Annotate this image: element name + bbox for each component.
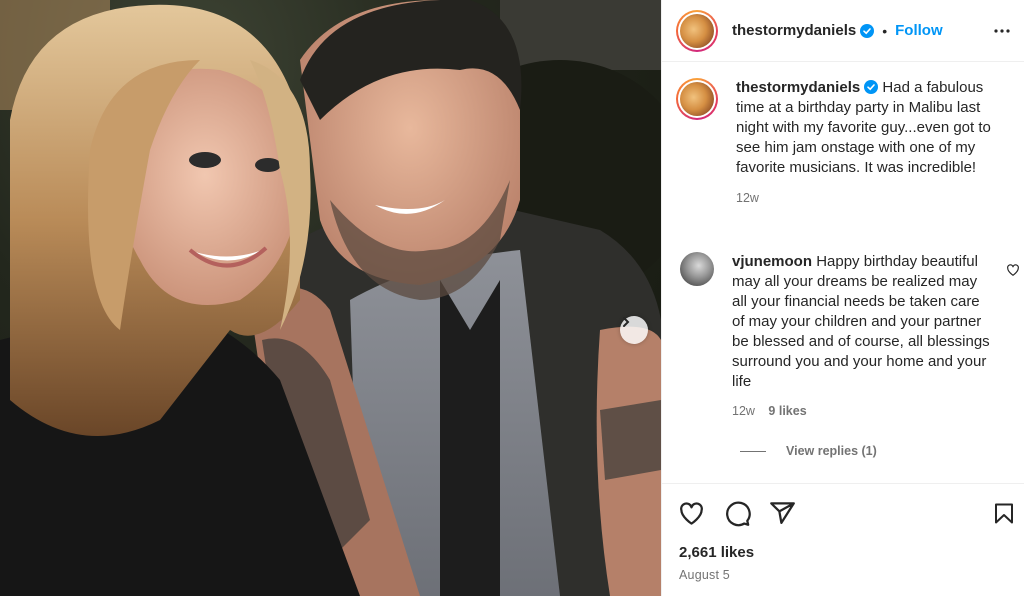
post-side-panel: thestormydaniels • Follow thestormydanie… <box>661 0 1024 596</box>
verified-badge-icon <box>860 23 875 38</box>
photo-illustration <box>0 0 661 596</box>
heart-icon[interactable] <box>678 500 705 527</box>
carousel-next-button[interactable] <box>620 316 648 344</box>
bookmark-icon[interactable] <box>992 500 1016 527</box>
author-username[interactable]: thestormydaniels <box>732 22 856 39</box>
comment-text: Happy birthday beautiful may all your dr… <box>732 253 990 390</box>
view-replies-label: View replies (1) <box>786 444 877 458</box>
view-replies-button[interactable]: View replies (1) <box>740 444 877 458</box>
likes-count[interactable]: 2,661 likes <box>679 544 754 561</box>
comment-icon[interactable] <box>724 500 751 527</box>
separator-dot: • <box>882 22 888 39</box>
post-photo[interactable] <box>0 0 661 596</box>
caption-author-username[interactable]: thestormydaniels <box>736 79 860 96</box>
chevron-right-icon <box>623 317 630 327</box>
comment-meta: 12w 9 likes <box>732 404 1020 418</box>
comment-likes[interactable]: 9 likes <box>768 404 806 418</box>
comment-age[interactable]: 12w <box>732 404 755 418</box>
post-actions: 2,661 likes August 5 <box>662 483 1024 596</box>
follow-button[interactable]: Follow <box>895 22 943 39</box>
comment-item: vjunemoon Happy birthday beautiful may a… <box>680 252 1020 418</box>
share-icon[interactable] <box>769 500 796 527</box>
replies-divider-line <box>740 450 766 452</box>
comment-like-heart-icon[interactable] <box>1006 263 1020 277</box>
author-avatar[interactable] <box>676 9 718 52</box>
commenter-username[interactable]: vjunemoon <box>732 253 812 270</box>
post-header: thestormydaniels • Follow <box>662 0 1024 62</box>
commenter-avatar[interactable] <box>680 252 714 286</box>
more-horizontal-icon[interactable] <box>993 22 1011 40</box>
verified-badge-icon <box>864 80 879 94</box>
caption-author-avatar[interactable] <box>676 78 718 120</box>
post-date[interactable]: August 5 <box>679 568 730 582</box>
post-caption: thestormydaniels Had a fabulous time at … <box>676 78 1016 208</box>
caption-age[interactable]: 12w <box>736 188 998 208</box>
